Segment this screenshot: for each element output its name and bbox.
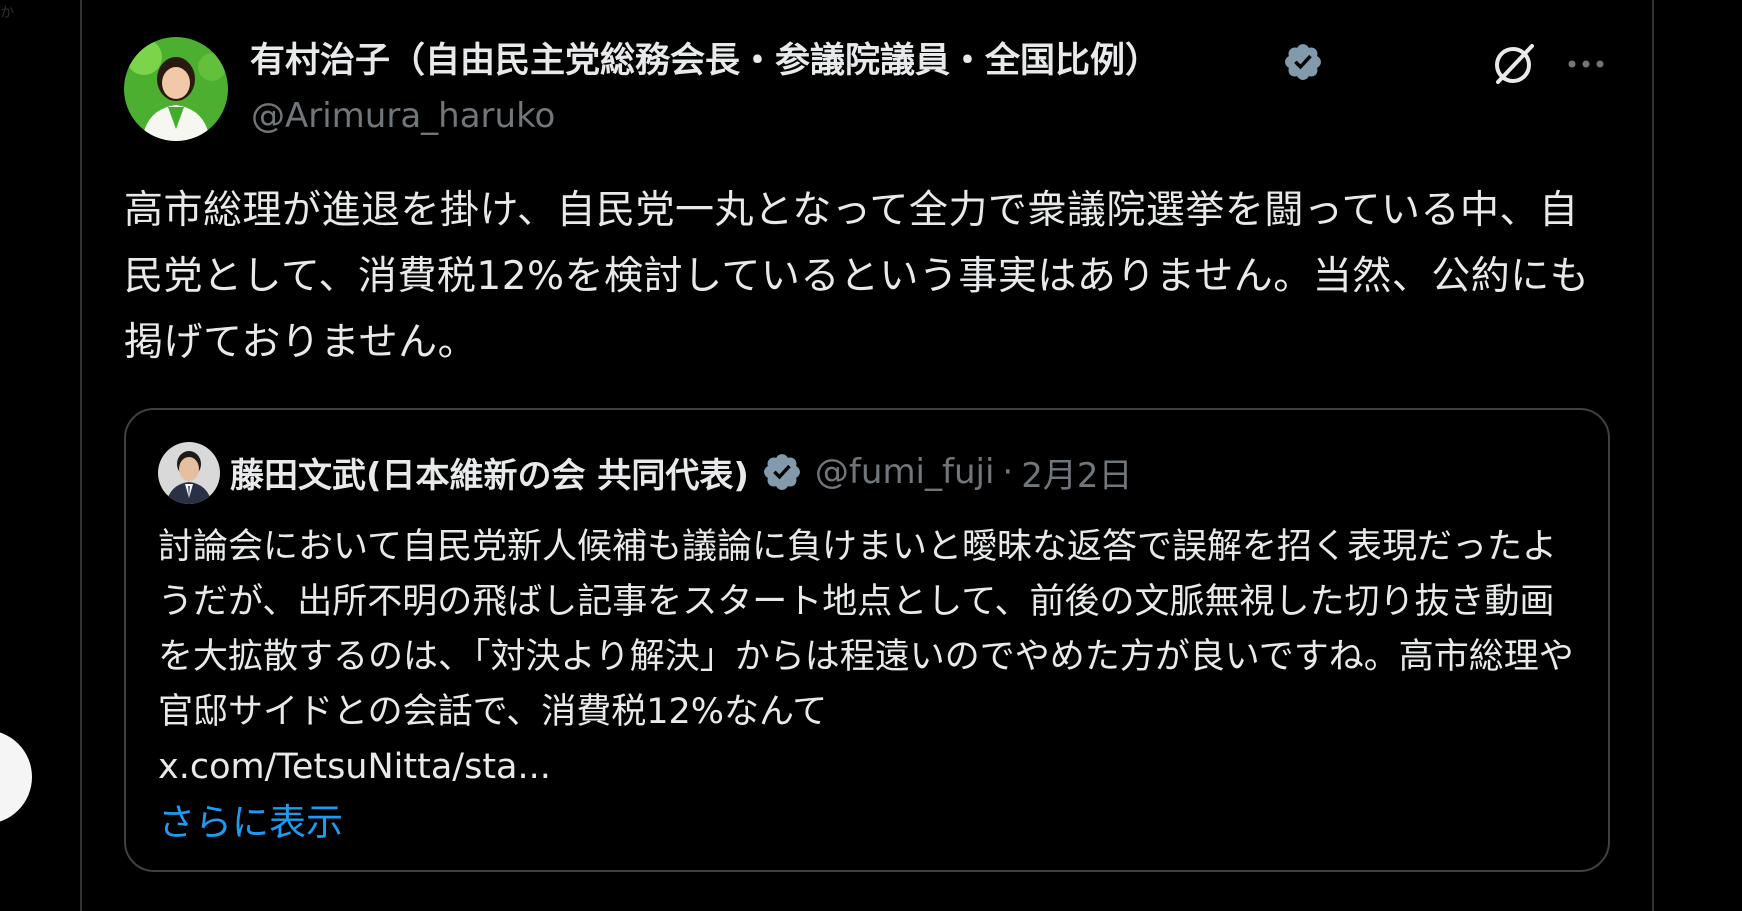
verified-badge-icon bbox=[1285, 44, 1321, 80]
quote-text: 討論会において自民党新人候補も議論に負けまいと曖昧な返答で誤解を招く表現だったよ… bbox=[158, 520, 1578, 852]
quote-author-avatar-image bbox=[158, 442, 220, 504]
quote-date[interactable]: 2月2日 bbox=[1021, 448, 1132, 497]
quote-header: 藤田文武(日本維新の会 共同代表) @fumi_fuji · 2月2日 bbox=[230, 444, 1133, 500]
quoted-post-card[interactable]: 藤田文武(日本維新の会 共同代表) @fumi_fuji · 2月2日 討論会に… bbox=[124, 408, 1610, 872]
more-options-icon bbox=[1568, 60, 1604, 68]
floating-action-button[interactable] bbox=[0, 730, 32, 824]
grok-icon bbox=[1495, 44, 1534, 84]
verified-badge-icon bbox=[763, 454, 800, 490]
column-border-left bbox=[80, 0, 82, 911]
show-more-link[interactable]: さらに表示 bbox=[158, 801, 343, 844]
author-avatar-image bbox=[124, 37, 228, 141]
more-options-button[interactable] bbox=[1562, 44, 1610, 84]
quote-meta-separator: · bbox=[1002, 452, 1014, 492]
quote-body: 討論会において自民党新人候補も議論に負けまいと曖昧な返答で誤解を招く表現だったよ… bbox=[158, 527, 1574, 732]
column-border-right bbox=[1652, 0, 1654, 911]
author-avatar[interactable] bbox=[124, 37, 228, 141]
author-name[interactable]: 有村治子（自由民主党総務会長・参議院議員・全国比例） bbox=[250, 37, 1160, 85]
quote-link[interactable]: x.com/TetsuNitta/sta... bbox=[158, 747, 551, 787]
cut-off-glyph: か bbox=[0, 5, 14, 21]
post-text: 高市総理が進退を掛け、自民党一丸となって全力で衆議院選挙を闘っている中、自民党と… bbox=[124, 188, 1590, 365]
quote-author-name[interactable]: 藤田文武(日本維新の会 共同代表) bbox=[230, 448, 749, 497]
quote-author-avatar[interactable] bbox=[158, 442, 220, 504]
timeline-stage: か 有村治子（自由民主党総務会長・参議院議員・全国比例） @Arimura_ha… bbox=[0, 0, 1742, 911]
author-handle[interactable]: @Arimura_haruko bbox=[251, 93, 555, 139]
quote-author-handle[interactable]: @fumi_fuji bbox=[815, 452, 995, 492]
grok-button[interactable] bbox=[1488, 38, 1540, 90]
